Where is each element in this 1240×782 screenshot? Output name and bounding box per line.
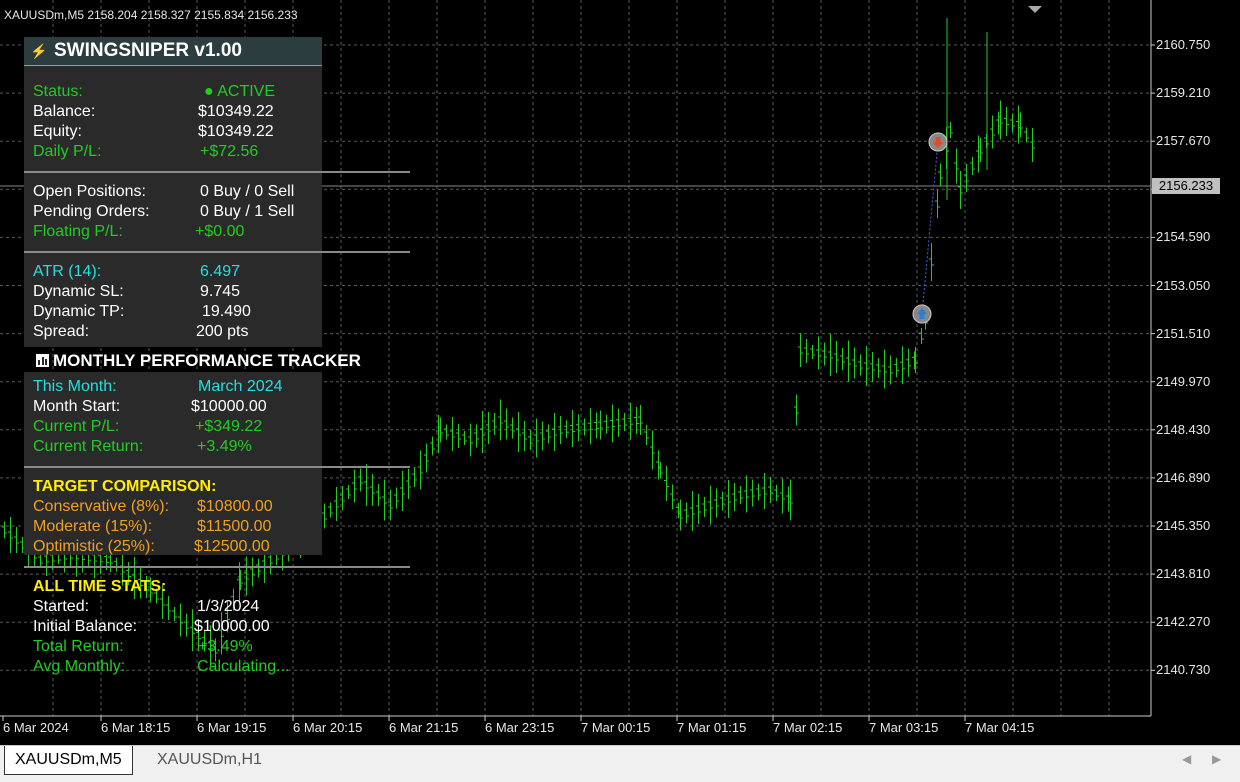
time-tick-label: 7 Mar 03:15 (869, 720, 939, 735)
initial-balance-value: $10000.00 (194, 618, 270, 635)
panel-title: ⚡ SWINGSNIPER v1.00 (24, 37, 322, 66)
total-return-label: Total Return: (33, 638, 124, 655)
divider (24, 251, 410, 253)
time-tick-label: 7 Mar 04:15 (965, 720, 1035, 735)
daily-pl-value: +$72.56 (200, 143, 259, 160)
price-tick-label: 2140.730 (1156, 662, 1211, 678)
chart-shift-icon (1028, 6, 1042, 13)
pending-orders-label: Pending Orders: (33, 203, 150, 220)
price-tick-label: 2149.970 (1156, 373, 1211, 389)
time-tick-label: 6 Mar 20:15 (293, 720, 363, 735)
month-start-value: $10000.00 (191, 398, 267, 415)
status-value: ● ACTIVE (204, 83, 276, 100)
current-price-label: 2156.233 (1152, 178, 1220, 194)
dynamic-tp-label: Dynamic TP: (33, 303, 125, 320)
balance-label: Balance: (33, 103, 96, 120)
this-month-label: This Month: (33, 378, 117, 395)
trade-line (921, 141, 939, 315)
initial-balance-label: Initial Balance: (33, 618, 138, 635)
dynamic-sl-label: Dynamic SL: (33, 283, 124, 300)
tab-xauusdm-m5[interactable]: XAUUSDm,M5 (4, 746, 133, 775)
optimistic-label: Optimistic (25%): (33, 538, 155, 555)
time-tick-label: 6 Mar 21:15 (389, 720, 459, 735)
lightning-icon: ⚡ (30, 43, 48, 59)
equity-label: Equity: (33, 123, 82, 140)
month-start-label: Month Start: (33, 398, 121, 415)
time-tick-label: 6 Mar 2024 (3, 720, 69, 735)
divider (24, 171, 410, 173)
total-return-value: +3.49% (198, 638, 253, 655)
current-return-label: Current Return: (33, 438, 144, 455)
status-label: Status: (33, 83, 83, 100)
price-tick-label: 2157.670 (1156, 133, 1211, 149)
open-positions-label: Open Positions: (33, 183, 146, 200)
target-comparison-title: TARGET COMPARISON: (33, 478, 217, 495)
this-month-value: March 2024 (198, 378, 283, 395)
current-pl-label: Current P/L: (33, 418, 120, 435)
time-tick-label: 6 Mar 23:15 (485, 720, 555, 735)
price-tick-label: 2142.270 (1156, 614, 1211, 630)
price-tick-label: 2146.890 (1156, 469, 1211, 485)
monthly-tracker-title: MONTHLY PERFORMANCE TRACKER (24, 348, 386, 372)
conservative-label: Conservative (8%): (33, 498, 170, 515)
time-tick-label: 7 Mar 02:15 (773, 720, 843, 735)
daily-pl-label: Daily P/L: (33, 143, 102, 160)
scroll-right-icon[interactable]: ▶ (1212, 752, 1221, 766)
floating-pl-label: Floating P/L: (33, 223, 123, 240)
bar-chart-icon (36, 354, 49, 367)
floating-pl-value: +$0.00 (195, 223, 245, 240)
chart-header: XAUUSDm,M5 2158.204 2158.327 2155.834 21… (4, 8, 298, 22)
moderate-label: Moderate (15%): (33, 518, 153, 535)
dynamic-tp-value: 19.490 (202, 303, 251, 320)
all-time-stats-title: ALL TIME STATS: (33, 578, 167, 595)
avg-monthly-label: Avg Monthly: (33, 658, 126, 675)
price-tick-label: 2159.210 (1156, 85, 1211, 101)
time-tick-label: 7 Mar 00:15 (581, 720, 651, 735)
time-tick-label: 6 Mar 19:15 (197, 720, 267, 735)
divider (24, 566, 410, 568)
atr-value: 6.497 (200, 263, 241, 280)
scroll-left-icon[interactable]: ◀ (1182, 752, 1191, 766)
started-label: Started: (33, 598, 90, 615)
divider (24, 466, 410, 468)
price-tick-label: 2153.050 (1156, 277, 1211, 293)
conservative-value: $10800.00 (197, 498, 273, 515)
pending-orders-value: 0 Buy / 1 Sell (200, 203, 295, 220)
current-pl-value: +$349.22 (195, 418, 263, 435)
avg-monthly-value: Calculating... (197, 658, 290, 675)
price-tick-label: 2151.510 (1156, 325, 1211, 341)
time-tick-label: 7 Mar 01:15 (677, 720, 747, 735)
balance-value: $10349.22 (198, 103, 274, 120)
spread-value: 200 pts (196, 323, 249, 340)
equity-value: $10349.22 (198, 123, 274, 140)
price-tick-label: 2154.590 (1156, 229, 1211, 245)
chart-tab-bar: XAUUSDm,M5 XAUUSDm,H1 ◀ ▶ (0, 745, 1240, 782)
open-positions-value: 0 Buy / 0 Sell (200, 183, 295, 200)
price-tick-label: 2145.350 (1156, 518, 1211, 533)
dynamic-sl-value: 9.745 (200, 283, 241, 300)
price-tick-label: 2143.810 (1156, 566, 1211, 582)
moderate-value: $11500.00 (197, 518, 272, 535)
time-tick-label: 6 Mar 18:15 (101, 720, 171, 735)
tab-xauusdm-h1[interactable]: XAUUSDm,H1 (147, 746, 272, 774)
price-tick-label: 2160.750 (1156, 37, 1211, 52)
spread-label: Spread: (33, 323, 90, 340)
started-value: 1/3/2024 (197, 598, 260, 615)
optimistic-value: $12500.00 (194, 538, 270, 555)
current-return-value: +3.49% (197, 438, 252, 455)
atr-label: ATR (14): (33, 263, 102, 280)
price-tick-label: 2148.430 (1156, 421, 1211, 437)
chart-area[interactable]: XAUUSDm,M5 2158.204 2158.327 2155.834 21… (0, 0, 1240, 745)
